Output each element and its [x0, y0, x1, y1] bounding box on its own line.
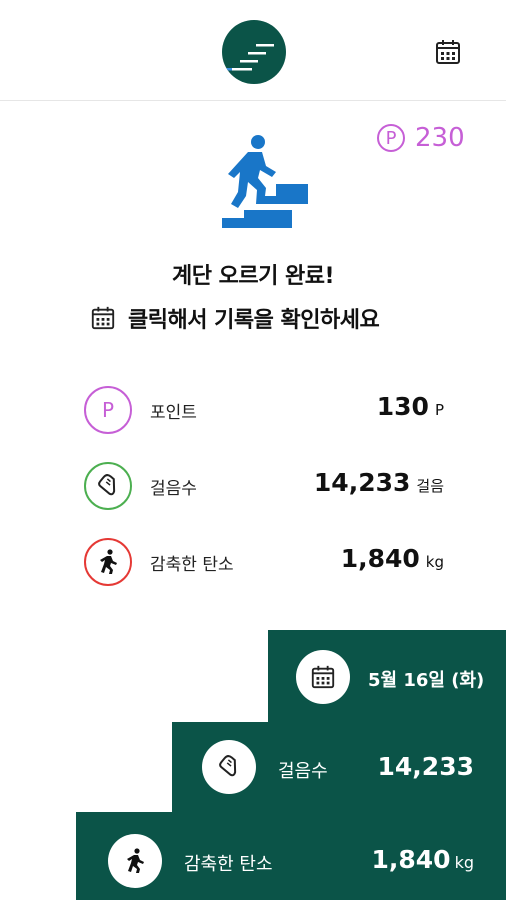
- stat-label: 감축한 탄소: [150, 555, 234, 575]
- steps-value: 14,233: [377, 752, 474, 781]
- stat-unit: 걸음: [416, 477, 444, 495]
- points-total: 230: [415, 123, 465, 153]
- stat-label: 포인트: [150, 403, 197, 423]
- point-symbol: P: [385, 127, 397, 149]
- top-app-bar: [0, 0, 506, 101]
- stat-value: 14,233 걸음: [314, 468, 444, 497]
- point-icon: P: [84, 386, 132, 434]
- calendar-icon[interactable]: [296, 650, 350, 704]
- completion-title[interactable]: 계단 오르기 완료!: [0, 258, 506, 290]
- walking-person-icon: [108, 834, 162, 888]
- points-badge: P 230: [377, 120, 465, 156]
- stat-points: P 포인트 130 P: [84, 386, 444, 438]
- view-record-text: 클릭해서 기록을 확인하세요: [128, 308, 380, 333]
- stat-value: 1,840 kg: [341, 544, 444, 573]
- record-date: 5월 16일 (화): [368, 670, 485, 691]
- calendar-icon: [90, 305, 116, 331]
- walking-person-icon: [84, 538, 132, 586]
- stat-carbon: 감축한 탄소 1,840 kg: [84, 538, 444, 590]
- stat-unit: P: [434, 401, 444, 419]
- carbon-label: 감축한 탄소: [184, 854, 273, 875]
- point-icon: P: [377, 124, 405, 152]
- steps-label: 걸음수: [278, 761, 328, 782]
- carbon-unit: kg: [454, 853, 474, 872]
- stat-label: 걸음수: [150, 479, 197, 499]
- carbon-value: 1,840 kg: [372, 845, 475, 874]
- stat-unit: kg: [425, 553, 444, 571]
- calendar-icon[interactable]: [434, 38, 462, 66]
- point-symbol: P: [101, 398, 115, 422]
- stat-number: 1,840: [340, 544, 420, 573]
- stat-value: 130 P: [377, 392, 444, 421]
- stairs-logo-icon: [222, 20, 286, 84]
- person-climbing-stairs-icon: [222, 134, 312, 232]
- view-record-prompt[interactable]: 클릭해서 기록을 확인하세요: [90, 302, 380, 334]
- carbon-number: 1,840: [371, 845, 451, 874]
- shoe-icon: [84, 462, 132, 510]
- shoe-icon: [202, 740, 256, 794]
- stat-number: 14,233: [313, 468, 411, 497]
- stat-number: 130: [376, 392, 429, 421]
- stat-steps: 걸음수 14,233 걸음: [84, 462, 444, 514]
